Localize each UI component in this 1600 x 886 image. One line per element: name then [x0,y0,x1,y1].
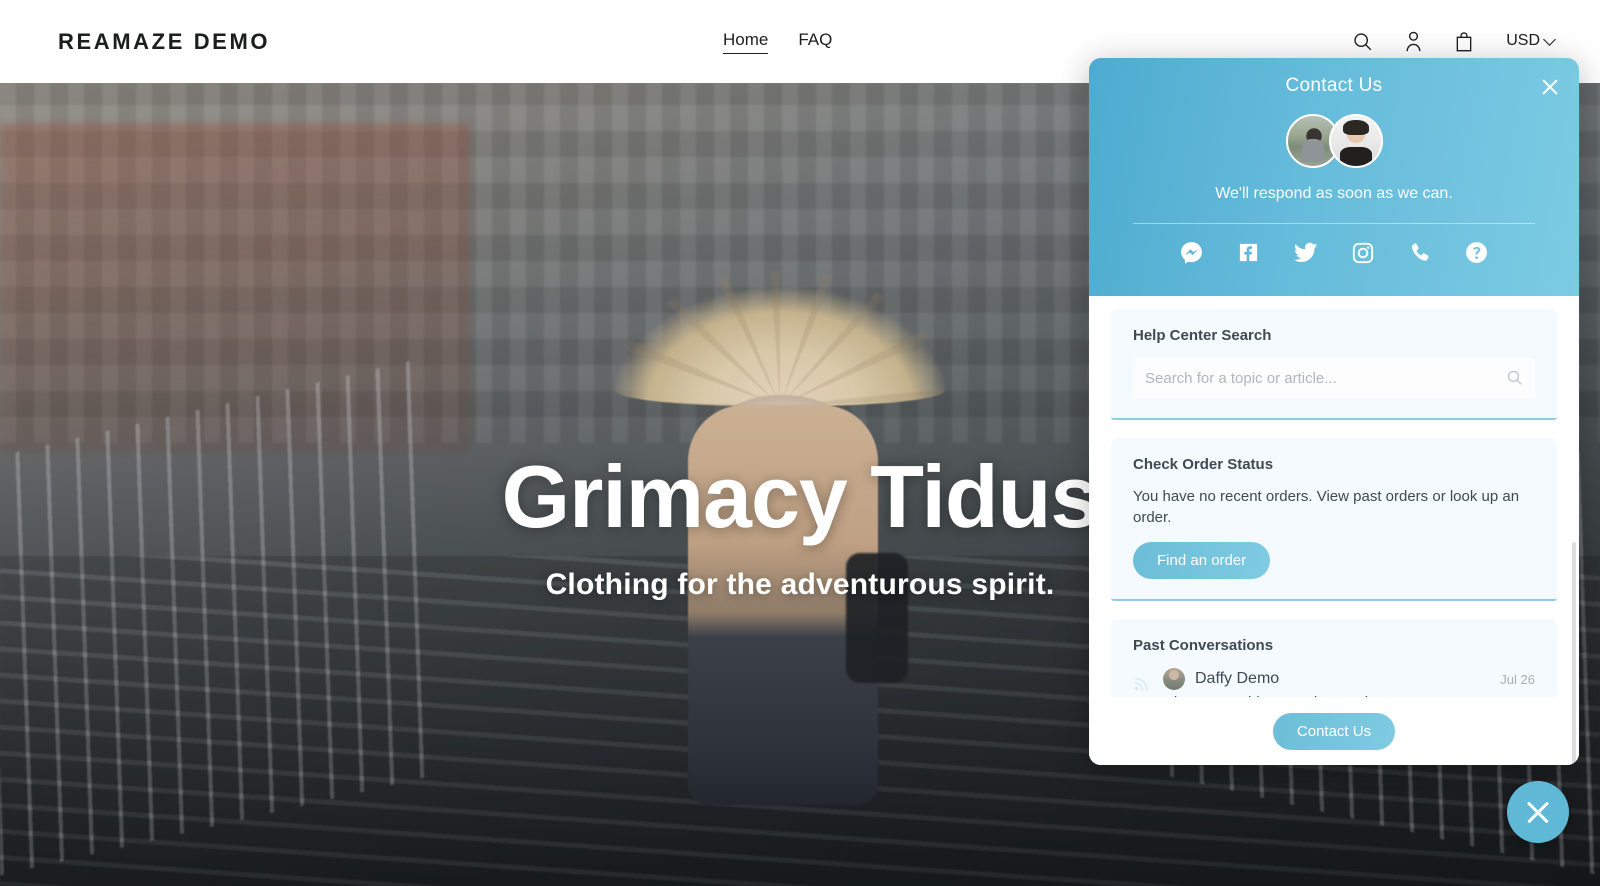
widget-title: Contact Us [1285,75,1383,96]
find-an-order-button[interactable]: Find an order [1133,542,1271,580]
contact-us-button[interactable]: Contact Us [1272,712,1396,750]
instagram-icon[interactable] [1349,239,1376,266]
help-icon[interactable] [1463,239,1490,266]
social-links [1089,239,1579,266]
widget-greeting: We'll respond as soon as we can. [1215,185,1453,202]
divider [1133,223,1535,224]
agent-avatars [1089,114,1579,168]
search-icon[interactable] [1506,369,1523,391]
close-icon[interactable] [1539,76,1561,98]
conversation-date: Jul 26 [1500,671,1535,687]
order-status-card: Check Order Status You have no recent or… [1111,438,1557,602]
currency-label: USD [1506,32,1540,49]
messenger-icon[interactable] [1178,239,1205,266]
avatar [1328,114,1383,168]
widget-body[interactable]: Help Center Search Check Order Status Yo… [1089,296,1579,765]
avatar [1163,668,1185,691]
search-input[interactable] [1145,369,1499,387]
widget-scrollbar[interactable] [1572,542,1576,765]
nav-item-home[interactable]: Home [723,30,769,54]
help-center-title: Help Center Search [1133,327,1272,344]
chat-widget: Contact Us We'll respond as soon as we c… [1089,58,1579,765]
header-actions: USD [1350,27,1556,55]
order-status-body: You have no recent orders. View past ord… [1133,488,1520,526]
conversation-name: Daffy Demo [1195,670,1280,688]
order-status-title: Check Order Status [1133,456,1274,473]
chevron-down-icon [1543,32,1556,46]
help-center-card: Help Center Search [1111,309,1557,420]
page-root: REAMAZE DEMO Home FAQ USD Grimacy Tidus … [0,0,1600,886]
conversation-row[interactable]: Daffy Demo Jul 26 [1133,668,1535,692]
twitter-icon[interactable] [1292,239,1319,266]
search-icon[interactable] [1350,27,1374,55]
widget-header: Contact Us We'll respond as soon as we c… [1089,58,1579,296]
phone-icon[interactable] [1406,239,1433,266]
past-conversations-title: Past Conversations [1133,637,1274,655]
chat-launcher-close-icon[interactable] [1507,781,1569,843]
help-center-search-wrap[interactable] [1133,358,1535,398]
account-icon[interactable] [1401,27,1425,55]
currency-selector[interactable]: USD [1506,32,1556,50]
cart-icon[interactable] [1452,27,1476,55]
brand-logo[interactable]: REAMAZE DEMO [58,29,270,55]
widget-footer: Contact Us [1089,697,1579,765]
facebook-icon[interactable] [1235,239,1262,266]
channel-icon [1133,675,1150,697]
nav-item-faq[interactable]: FAQ [798,30,832,53]
main-nav: Home FAQ [723,30,832,54]
